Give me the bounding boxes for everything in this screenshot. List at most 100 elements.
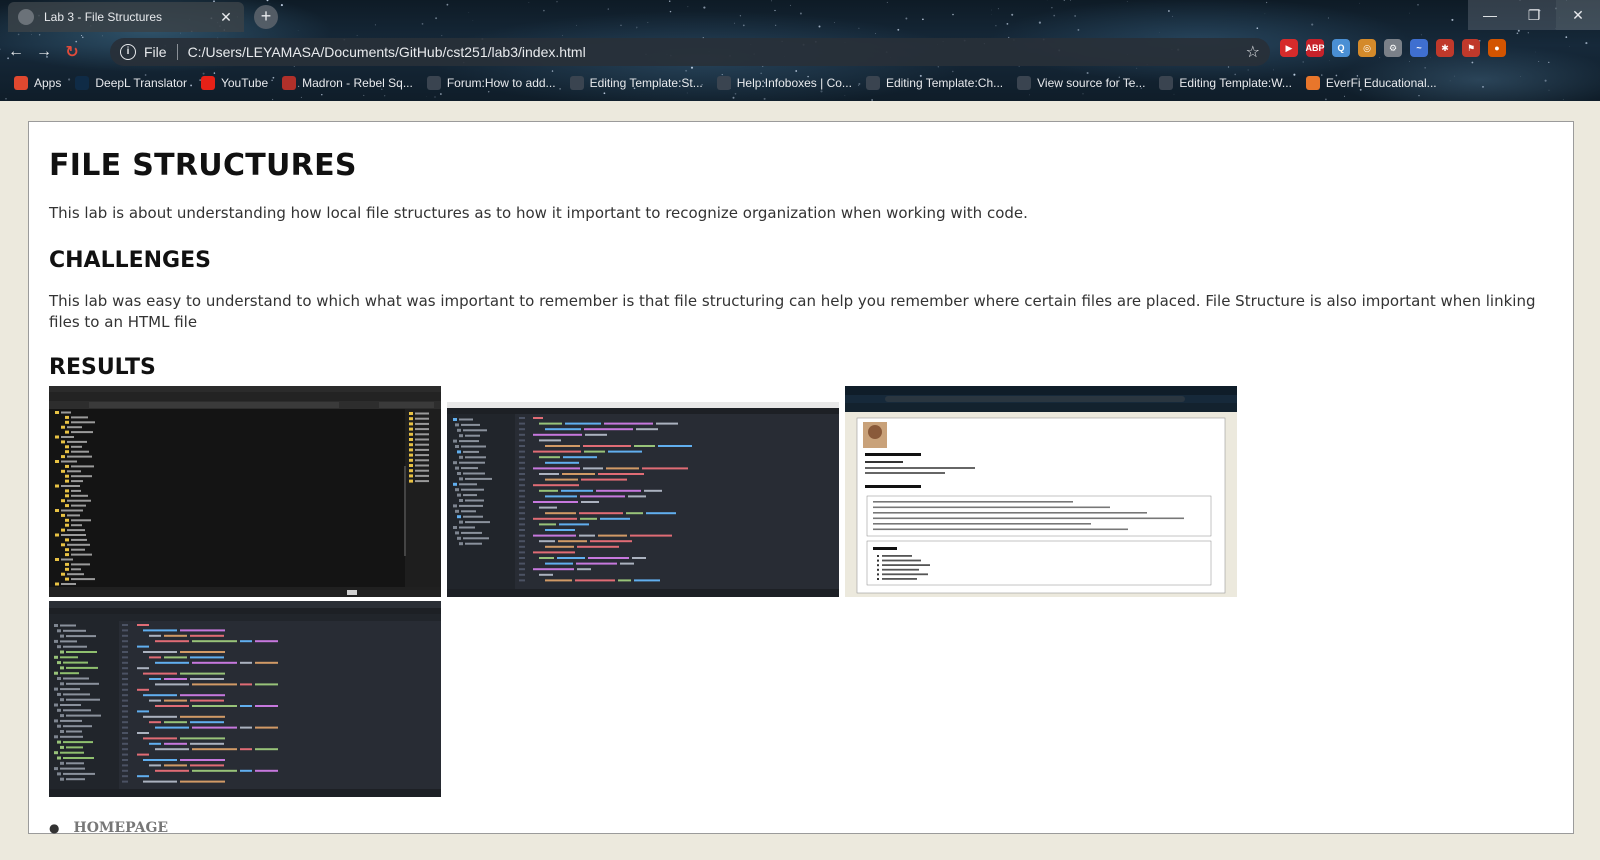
code-token — [644, 489, 662, 492]
bookmark-item[interactable]: Editing Template:W... — [1159, 76, 1292, 90]
bookmark-item[interactable]: Apps — [14, 76, 61, 90]
tree-node-icon — [455, 488, 459, 492]
webpage-screenshot-image — [845, 386, 1237, 597]
bookmark-item[interactable]: Editing Template:St... — [569, 76, 703, 90]
youtube-ext-icon[interactable]: ▶ — [1280, 39, 1298, 57]
code-token — [533, 568, 574, 571]
tree-label-line — [60, 672, 79, 675]
bookmark-item[interactable]: View source for Te... — [1017, 76, 1145, 90]
star-dot — [5, 98, 7, 100]
code-token — [180, 737, 225, 740]
code-token — [545, 461, 579, 464]
editor-screenshot-image — [447, 386, 839, 597]
line-number — [122, 640, 128, 643]
list-line — [882, 555, 912, 557]
tree-label-line — [71, 578, 95, 581]
tree-label-line — [71, 524, 82, 527]
code-token — [149, 764, 161, 767]
code-token — [646, 512, 676, 515]
tree-label-line — [465, 499, 484, 502]
tree-label-line — [60, 656, 78, 659]
minimize-icon[interactable]: — — [1468, 0, 1512, 30]
code-token — [190, 699, 224, 702]
line-number — [122, 705, 128, 707]
tree-label-line — [465, 521, 490, 524]
tree-node-icon — [453, 482, 457, 486]
star-dot — [468, 12, 470, 13]
code-token — [155, 640, 189, 643]
gear-ext-icon[interactable]: ⚙ — [1384, 39, 1402, 57]
reload-icon[interactable]: ↻ — [60, 40, 84, 64]
bookmark-star-icon[interactable]: ☆ — [1246, 42, 1260, 62]
flag-ext-icon[interactable]: ⚑ — [1462, 39, 1480, 57]
search-ext-icon[interactable]: Q — [1332, 39, 1350, 57]
line-number — [519, 450, 525, 453]
url-text[interactable]: C:/Users/LEYAMASA/Documents/GitHub/cst25… — [188, 44, 1246, 60]
code-token — [180, 715, 225, 718]
bookmark-item[interactable]: Editing Template:Ch... — [865, 76, 1004, 90]
new-tab-button[interactable]: + — [254, 5, 278, 29]
code-token — [192, 769, 237, 772]
tree-node-icon — [57, 756, 61, 760]
owl-ext-icon[interactable]: ◎ — [1358, 39, 1376, 57]
restore-icon[interactable]: ❐ — [1512, 0, 1556, 30]
code-token — [155, 683, 189, 686]
code-token — [137, 624, 149, 626]
forward-arrow-icon[interactable]: → — [32, 40, 56, 64]
bookmark-item[interactable]: YouTube — [200, 76, 268, 90]
back-arrow-icon[interactable]: ← — [4, 40, 28, 64]
star-dot — [1126, 1, 1128, 2]
code-token — [588, 557, 629, 559]
info-icon[interactable]: i — [120, 44, 136, 60]
homepage-link[interactable]: HOMEPAGE — [73, 820, 168, 836]
heart-icon — [1159, 76, 1174, 90]
tree-label-line — [60, 704, 81, 706]
bookmark-item[interactable]: Help:Infoboxes | Co... — [716, 76, 852, 90]
star-dot — [1006, 23, 1009, 25]
bookmark-item[interactable]: Madron - Rebel Sq... — [282, 76, 413, 90]
tree-label-line — [461, 445, 486, 448]
tree-node-icon — [453, 504, 457, 508]
code-token — [533, 484, 579, 487]
star-dot — [922, 18, 924, 21]
code-token — [581, 478, 627, 481]
tree-label-line — [461, 467, 478, 470]
code-token — [137, 732, 149, 734]
tree-node-icon — [60, 777, 64, 781]
code-token — [164, 634, 187, 637]
tree-label-line — [61, 411, 71, 414]
folder-glyph — [55, 484, 59, 488]
profile-avatar-icon[interactable]: ● — [1488, 39, 1506, 57]
puzzle-ext-icon[interactable]: ✱ — [1436, 39, 1454, 57]
code-token — [192, 640, 237, 643]
address-bar[interactable]: i File C:/Users/LEYAMASA/Documents/GitHu… — [110, 38, 1270, 66]
code-token — [164, 678, 187, 680]
folder-glyph — [61, 572, 65, 576]
bookmark-item[interactable]: Forum:How to add... — [426, 76, 556, 90]
close-icon[interactable]: ✕ — [218, 9, 234, 26]
folder-glyph — [409, 448, 413, 452]
tree-label-line — [61, 509, 83, 512]
apps-grid-icon — [14, 76, 28, 90]
tree-node-icon — [60, 650, 64, 654]
list-bullet — [877, 559, 879, 562]
adblock-plus-icon[interactable]: ABP — [1306, 39, 1325, 57]
wave-ext-icon[interactable]: ~ — [1410, 39, 1428, 57]
bookmark-label: DeepL Translator — [95, 76, 187, 90]
line-number — [519, 489, 525, 492]
bookmark-item[interactable]: DeepL Translator — [75, 76, 187, 90]
code-token — [608, 450, 642, 453]
star-dot — [997, 8, 999, 10]
star-dot — [1451, 18, 1454, 21]
code-token — [190, 721, 224, 724]
tree-node-icon — [459, 542, 463, 546]
bookmark-label: Editing Template:Ch... — [885, 76, 1004, 90]
browser-tab[interactable]: Lab 3 - File Structures ✕ — [8, 2, 244, 32]
tree-node-icon — [60, 761, 64, 765]
code-token — [539, 489, 558, 492]
bookmark-item[interactable]: EverFi Educational... — [1305, 76, 1437, 90]
tree-label-line — [465, 542, 482, 545]
bookmark-label: Madron - Rebel Sq... — [302, 76, 413, 90]
window-close-icon[interactable]: ✕ — [1556, 0, 1600, 30]
code-token — [255, 661, 278, 664]
